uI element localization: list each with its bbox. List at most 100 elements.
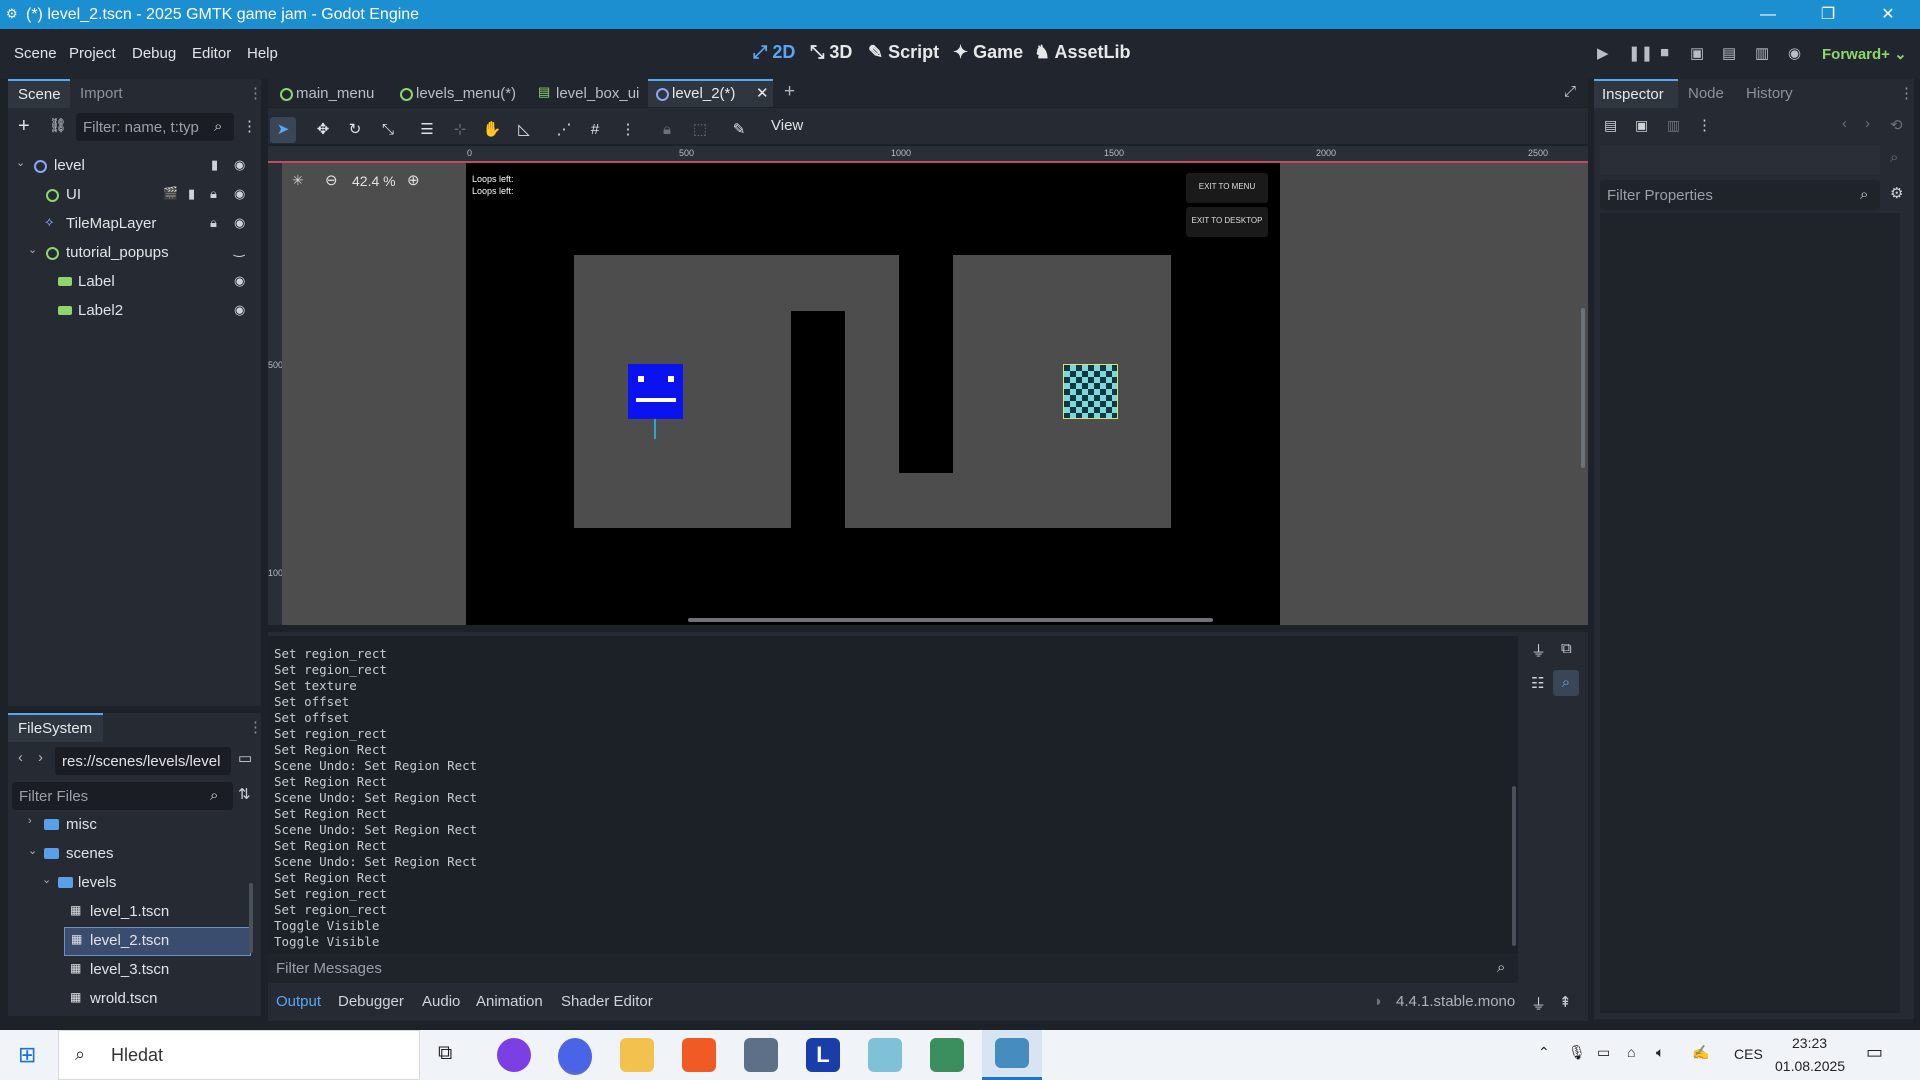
fs-folder-levels[interactable]: ⌄ levels — [8, 869, 248, 898]
viewport-h-scrollbar[interactable] — [688, 618, 1213, 622]
tray-chevron-icon[interactable]: ⌃ — [1538, 1044, 1550, 1061]
save-resource-icon[interactable]: ▥ — [1667, 117, 1680, 134]
center-view-icon[interactable]: ✳ — [292, 172, 304, 189]
output-log[interactable]: Set region_rect Set region_rect Set text… — [268, 636, 1518, 954]
scene-filter-input[interactable]: Filter: name, t:typ ⌕ — [76, 113, 234, 141]
taskbar-app-calculator-icon[interactable] — [744, 1038, 778, 1072]
collapse-arrow-icon[interactable]: ⌄ — [28, 243, 37, 256]
collapse-duplicates-icon[interactable]: ☷ — [1531, 674, 1544, 692]
task-view-icon[interactable]: ⧉ — [438, 1042, 452, 1065]
tray-volume-icon[interactable]: 🔈︎ — [1656, 1044, 1664, 1061]
expand-arrow-icon[interactable]: › — [28, 815, 32, 827]
move-tool-icon[interactable]: ✥ — [310, 117, 336, 143]
tree-node-label[interactable]: Label ◉ — [8, 268, 261, 297]
fs-file-level-2-selected[interactable]: ▦ level_2.tscn — [64, 927, 251, 956]
tab-history[interactable]: History — [1746, 85, 1793, 102]
dock-menu-icon[interactable]: ⋮ — [1899, 84, 1914, 102]
fs-file-level-1[interactable]: ▦ level_1.tscn — [8, 898, 248, 927]
bottom-tab-shader-editor[interactable]: Shader Editor — [561, 993, 653, 1010]
pin-panel-icon[interactable]: ⏚ — [1531, 993, 1546, 1014]
rotate-tool-icon[interactable]: ↻ — [342, 117, 368, 143]
workspace-assetlib[interactable]: ♞ AssetLib — [1034, 42, 1131, 63]
zoom-level[interactable]: 42.4 % — [352, 173, 396, 189]
minimize-button[interactable]: — — [1740, 0, 1796, 29]
tray-battery-icon[interactable]: ▭ — [1597, 1044, 1610, 1061]
fs-folder-scenes[interactable]: ⌄ scenes — [8, 840, 248, 869]
visibility-eye-icon[interactable]: ◉ — [234, 302, 245, 318]
menu-debug[interactable]: Debug — [132, 45, 176, 62]
clear-output-icon[interactable]: ⏚ — [1531, 640, 1546, 661]
menu-help[interactable]: Help — [247, 45, 278, 62]
output-scrollbar[interactable] — [1512, 786, 1516, 946]
renderer-select[interactable]: Forward+ ⌄ — [1822, 45, 1907, 63]
sort-icon[interactable]: ⇅ — [238, 785, 251, 803]
fs-file-level-3[interactable]: ▦ level_3.tscn — [8, 956, 248, 985]
tab-import[interactable]: Import — [80, 85, 123, 102]
bottom-tab-debugger[interactable]: Debugger — [338, 993, 404, 1010]
scene-tab-level-box-ui[interactable]: ▤ level_box_ui — [536, 79, 646, 107]
split-view-icon[interactable]: ▭ — [238, 749, 252, 767]
play-custom-scene-icon[interactable]: ▥ — [1755, 44, 1769, 62]
windows-start-icon[interactable]: ⊞ — [18, 1042, 36, 1068]
close-window-button[interactable]: ✕ — [1860, 0, 1916, 29]
taskbar-app-brave-icon[interactable] — [682, 1038, 716, 1072]
scale-tool-icon[interactable]: ⤡ — [375, 117, 401, 143]
history-forward-icon[interactable]: › — [1865, 115, 1870, 132]
expand-panel-icon[interactable]: ⇞ — [1559, 993, 1572, 1011]
tray-pen-icon[interactable]: ✍ — [1692, 1044, 1709, 1061]
tray-clock-date[interactable]: 01.08.2025 — [1775, 1058, 1845, 1074]
fs-folder-misc[interactable]: › misc — [8, 811, 248, 840]
zoom-in-icon[interactable]: ⊕ — [407, 171, 420, 189]
filesystem-path-input[interactable]: res://scenes/levels/level — [55, 747, 231, 775]
play-icon[interactable]: ▶ — [1597, 44, 1609, 62]
tree-node-level[interactable]: ⌄ level ▮ ◉ — [8, 152, 261, 181]
visibility-eye-icon[interactable]: ◉ — [234, 186, 245, 202]
tray-clock-time[interactable]: 23:23 — [1792, 1035, 1827, 1051]
bottom-tab-output[interactable]: Output — [276, 993, 321, 1010]
view-menu[interactable]: View — [771, 117, 803, 134]
taskbar-active-app[interactable] — [982, 1030, 1042, 1080]
taskbar-app-opera-icon[interactable] — [497, 1038, 531, 1072]
history-back-icon[interactable]: ‹ — [1842, 115, 1847, 132]
menu-scene[interactable]: Scene — [14, 45, 57, 62]
object-search-icon[interactable]: ⌕ — [1890, 149, 1898, 166]
fs-scrollbar[interactable] — [249, 883, 253, 953]
fs-file-wrold[interactable]: ▦ wrold.tscn — [8, 985, 248, 1014]
workspace-game[interactable]: ✦ Game — [953, 42, 1023, 63]
tray-language[interactable]: CES — [1734, 1046, 1763, 1062]
new-resource-icon[interactable]: ▤ — [1604, 117, 1617, 134]
viewport-v-scrollbar[interactable] — [1581, 308, 1585, 468]
lock-icon[interactable]: 🔒︎ — [210, 186, 217, 202]
smart-snap-icon[interactable]: ⋰ — [551, 117, 577, 143]
collapse-arrow-icon[interactable]: ⌄ — [28, 844, 37, 857]
taskbar-app-l-icon[interactable]: L — [806, 1038, 840, 1072]
taskbar-app-git-icon[interactable] — [930, 1038, 964, 1072]
back-arrow-icon[interactable]: ‹ — [18, 749, 23, 766]
stop-icon[interactable]: ■ — [1660, 44, 1669, 61]
exit-to-desktop-button[interactable]: EXIT TO DESKTOP — [1186, 207, 1268, 237]
snap-options-icon[interactable]: ⋮ — [615, 117, 641, 143]
taskbar-app-file-explorer-icon[interactable] — [620, 1038, 654, 1072]
play-scene-icon[interactable]: ▤ — [1722, 44, 1736, 62]
tree-node-label2[interactable]: Label2 ◉ — [8, 297, 261, 326]
dock-menu-icon[interactable]: ⋮ — [248, 718, 263, 736]
scene-tab-main-menu[interactable]: main_menu — [276, 79, 391, 107]
load-resource-icon[interactable]: ▣ — [1635, 117, 1648, 134]
version-label[interactable]: 4.4.1.stable.mono — [1396, 993, 1515, 1010]
resource-options-icon[interactable]: ⋮ — [1697, 116, 1712, 134]
pan-tool-icon[interactable]: ✋ — [479, 117, 505, 143]
tray-microphone-icon[interactable]: 🎙︎ — [1568, 1044, 1586, 1061]
tree-node-ui[interactable]: UI 🎬 ▮ 🔒︎ ◉ — [8, 181, 261, 210]
collapse-arrow-icon[interactable]: ⌄ — [42, 873, 51, 886]
pause-icon[interactable]: ❚❚ — [1628, 44, 1653, 62]
tab-scene[interactable]: Scene — [8, 79, 70, 108]
add-node-icon[interactable]: + — [18, 115, 30, 138]
lock-selected-icon[interactable]: 🔒︎ — [654, 117, 680, 143]
visibility-eye-icon[interactable]: ◉ — [234, 215, 245, 231]
distraction-free-icon[interactable]: ⤢ — [1564, 83, 1576, 100]
collapse-arrow-icon[interactable]: ⌄ — [16, 156, 25, 169]
hidden-eye-icon[interactable]: ‿ — [234, 242, 244, 258]
grid-snap-icon[interactable]: # — [582, 117, 608, 143]
bottom-tab-audio[interactable]: Audio — [422, 993, 460, 1010]
taskbar-app-paper-icon[interactable] — [868, 1038, 902, 1072]
